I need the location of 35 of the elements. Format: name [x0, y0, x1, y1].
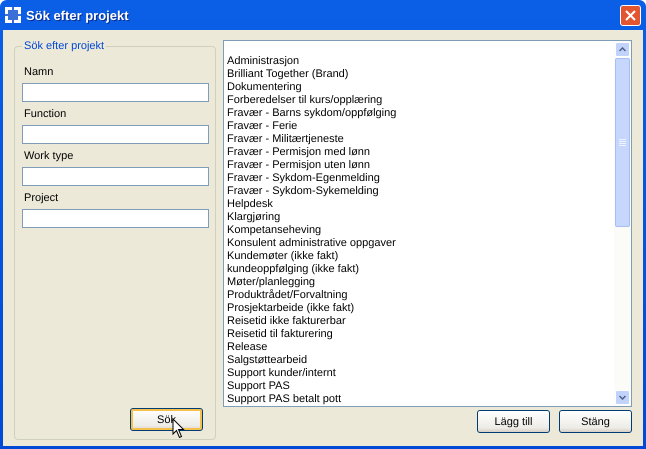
window-title: Sök efter projekt — [26, 8, 129, 22]
list-item[interactable]: Fravær - Permisjon uten lønn — [227, 159, 611, 172]
list-item[interactable]: Klargjøring — [227, 211, 611, 224]
list-item[interactable]: Support kunder/internt — [227, 367, 611, 380]
list-item[interactable]: Fravær - Barns sykdom/oppfølging — [227, 107, 611, 120]
list-item[interactable]: Kundemøter (ikke fakt) — [227, 250, 611, 263]
list-item[interactable]: Support PAS — [227, 380, 611, 393]
dialog-button[interactable]: Stäng — [559, 410, 632, 433]
list-item[interactable]: Salgstøttearbeid — [227, 354, 611, 367]
list-item[interactable]: Administrasjon — [227, 55, 611, 68]
list-item[interactable]: Fravær - Ferie — [227, 120, 611, 133]
field-label: Namn — [24, 66, 54, 78]
field-label: Project — [24, 192, 60, 204]
field-label: Function — [24, 108, 68, 120]
list-item[interactable]: Helpdesk — [227, 198, 611, 211]
list-item[interactable]: Prosjektarbeide (ikke fakt) — [227, 302, 611, 315]
list-item[interactable]: Reisetid ikke fakturerbar — [227, 315, 611, 328]
field-label: Work type — [24, 150, 74, 162]
list-item[interactable]: Forberedelser til kurs/opplæring — [227, 94, 611, 107]
list-item[interactable]: Fravær - Permisjon med lønn — [227, 146, 611, 159]
list-item[interactable]: kundeoppfølging (ikke fakt) — [227, 263, 611, 276]
list-item[interactable]: Fravær - Militærtjeneste — [227, 133, 611, 146]
list-item[interactable]: Møter/planlegging — [227, 276, 611, 289]
list-item[interactable]: Reisetid til fakturering — [227, 328, 611, 341]
list-item[interactable]: Kompetanseheving — [227, 224, 611, 237]
dialog-button[interactable]: Lägg till — [477, 410, 550, 433]
list-item[interactable]: Release — [227, 341, 611, 354]
group-title: Sök efter projekt — [23, 40, 106, 52]
list-item[interactable]: Dokumentering — [227, 81, 611, 94]
list-item[interactable]: Produktrådet/Forvaltning — [227, 289, 611, 302]
list-item[interactable]: Konsulent administrative oppgaver — [227, 237, 611, 250]
list-item[interactable]: Fravær - Sykdom-Egenmelding — [227, 172, 611, 185]
list-item[interactable]: Fravær - Sykdom-Sykemelding — [227, 185, 611, 198]
list-item[interactable]: Brilliant Together (Brand) — [227, 68, 611, 81]
list-item[interactable]: Support PAS betalt pott — [227, 393, 611, 406]
